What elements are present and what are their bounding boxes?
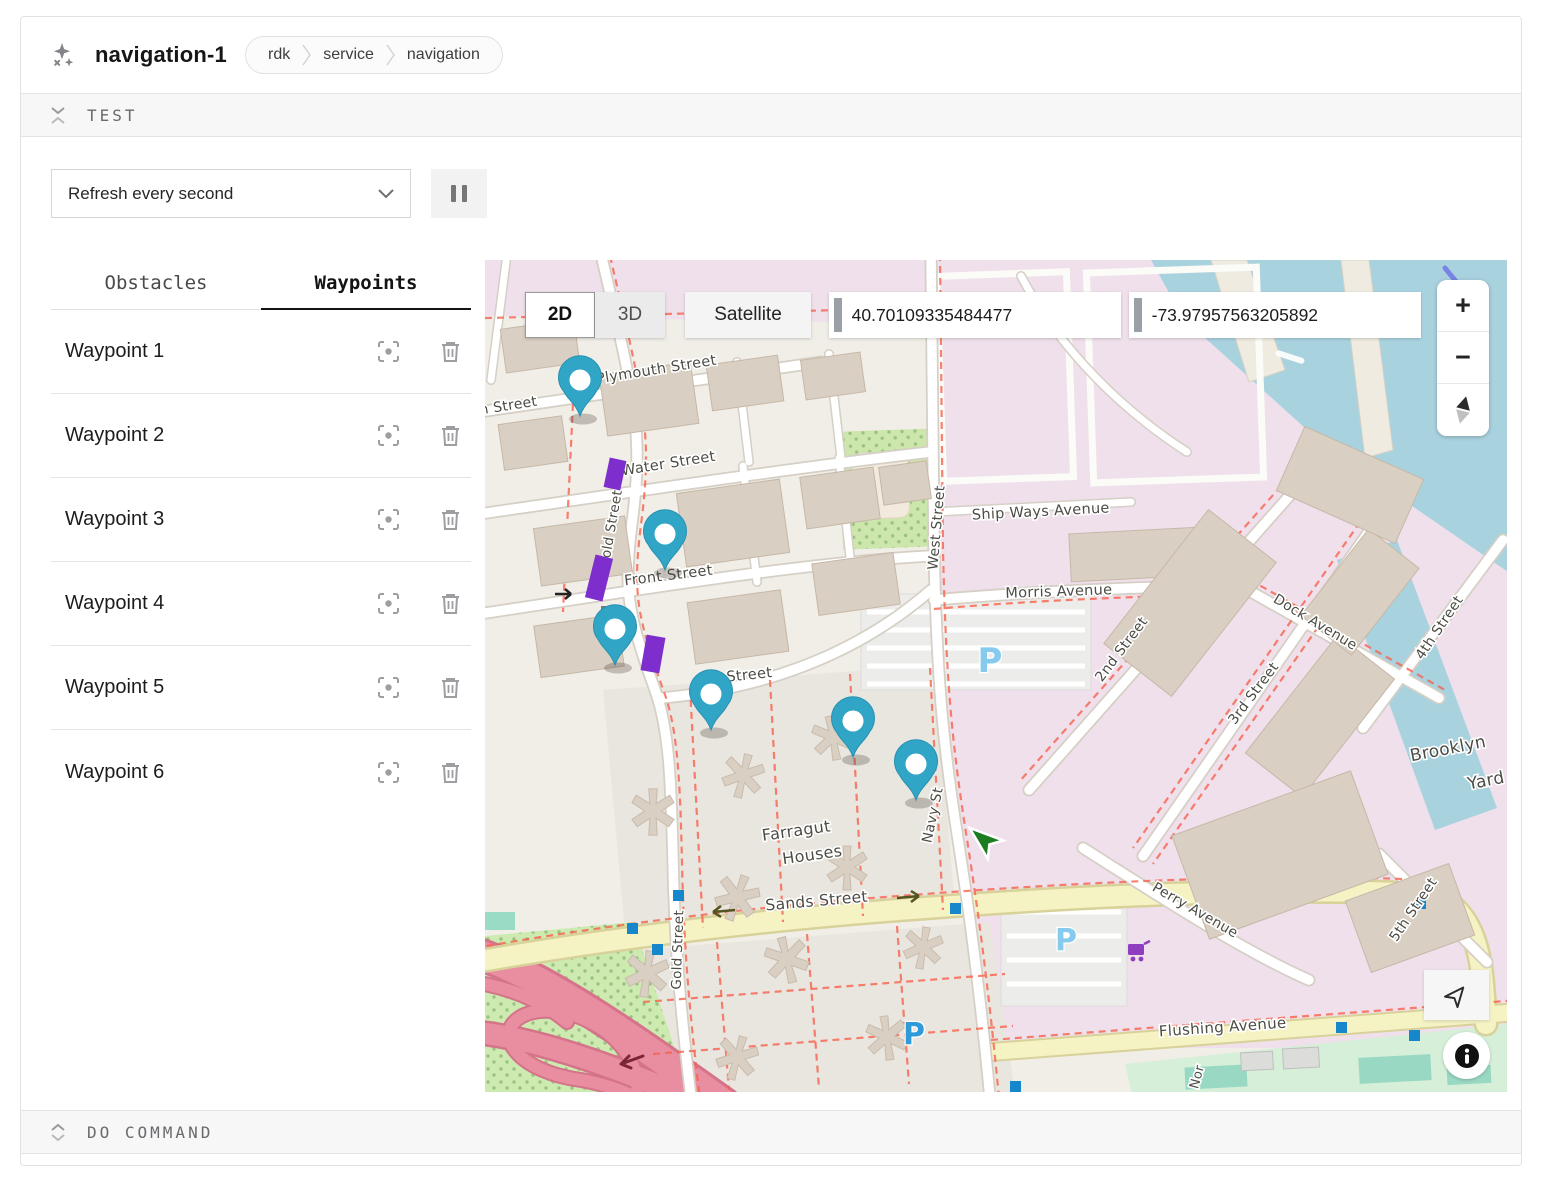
card-header: navigation-1 rdk service navigation	[21, 17, 1521, 93]
expand-icon	[51, 1124, 65, 1141]
map-3d-button[interactable]: 3D	[595, 292, 665, 338]
locate-button[interactable]	[1424, 970, 1489, 1020]
focus-waypoint-icon[interactable]	[371, 670, 406, 705]
pause-icon	[462, 185, 467, 202]
breadcrumb-item-service: service	[323, 46, 374, 64]
chevron-down-icon	[378, 189, 394, 199]
waypoint-list: Waypoint 1 Waypoint 2 Waypoint 3 Waypoin…	[51, 310, 471, 814]
waypoint-row: Waypoint 4	[51, 562, 471, 646]
focus-waypoint-icon[interactable]	[371, 334, 406, 369]
tab-waypoints[interactable]: Waypoints	[261, 260, 471, 310]
longitude-input[interactable]	[1142, 305, 1421, 326]
focus-waypoint-icon[interactable]	[371, 586, 406, 621]
parking-label: P	[978, 641, 1003, 681]
drag-handle[interactable]	[834, 298, 842, 332]
zoom-in-button[interactable]: +	[1437, 280, 1489, 332]
delete-waypoint-icon[interactable]	[434, 755, 467, 790]
page: navigation-1 rdk service navigation TEST…	[0, 0, 1542, 1180]
drag-handle[interactable]	[1134, 298, 1142, 332]
focus-waypoint-icon[interactable]	[371, 755, 406, 790]
test-section-header[interactable]: TEST	[21, 93, 1521, 137]
map-canvas[interactable]: Plymouth Streeth StreetWater StreetFront…	[485, 260, 1507, 1092]
navigation-card: navigation-1 rdk service navigation TEST…	[20, 16, 1522, 1166]
delete-waypoint-icon[interactable]	[434, 502, 467, 537]
focus-waypoint-icon[interactable]	[371, 418, 406, 453]
tab-obstacles[interactable]: Obstacles	[51, 260, 261, 309]
waypoint-row: Waypoint 1	[51, 310, 471, 394]
delete-waypoint-icon[interactable]	[434, 670, 467, 705]
waypoint-label: Waypoint 5	[65, 676, 371, 699]
latitude-field	[829, 292, 1121, 338]
waypoint-row: Waypoint 2	[51, 394, 471, 478]
satellite-button[interactable]: Satellite	[685, 292, 811, 338]
focus-waypoint-icon[interactable]	[371, 502, 406, 537]
navigation-arrow-icon	[1444, 982, 1470, 1008]
sidebar-tabs: Obstacles Waypoints	[51, 260, 471, 310]
waypoint-label: Waypoint 1	[65, 340, 371, 363]
map-zoom-control: + −	[1437, 280, 1489, 436]
do-command-label: DO COMMAND	[87, 1123, 213, 1142]
collapse-icon	[51, 107, 65, 124]
waypoint-row: Waypoint 5	[51, 646, 471, 730]
info-icon	[1453, 1042, 1481, 1070]
test-section-label: TEST	[87, 106, 138, 125]
latitude-input[interactable]	[842, 305, 1121, 326]
street-label: Gold Street	[669, 910, 688, 990]
delete-waypoint-icon[interactable]	[434, 334, 467, 369]
main-content: Obstacles Waypoints Waypoint 1 Waypoint …	[21, 260, 1521, 1092]
sparkles-icon	[49, 41, 77, 69]
map-info-button[interactable]	[1443, 1032, 1490, 1079]
breadcrumb-item-rdk: rdk	[268, 46, 290, 64]
parking-label: P	[1055, 923, 1077, 958]
parking-label: P	[903, 1017, 925, 1052]
map-2d-button[interactable]: 2D	[525, 292, 595, 338]
waypoints-sidebar: Obstacles Waypoints Waypoint 1 Waypoint …	[51, 260, 471, 1092]
chevron-right-icon	[302, 44, 311, 66]
pause-icon	[451, 185, 456, 202]
do-command-section-header[interactable]: DO COMMAND	[21, 1110, 1521, 1154]
compass-button[interactable]	[1437, 384, 1489, 436]
refresh-rate-value: Refresh every second	[68, 184, 233, 204]
waypoint-label: Waypoint 4	[65, 592, 371, 615]
pause-button[interactable]	[431, 169, 487, 218]
breadcrumb: rdk service navigation	[245, 36, 503, 74]
breadcrumb-item-navigation: navigation	[407, 46, 480, 64]
zoom-out-button[interactable]: −	[1437, 332, 1489, 384]
waypoint-label: Waypoint 2	[65, 424, 371, 447]
chevron-right-icon	[386, 44, 395, 66]
refresh-rate-select[interactable]: Refresh every second	[51, 169, 411, 218]
compass-icon	[1453, 395, 1473, 425]
waypoint-label: Waypoint 6	[65, 761, 371, 784]
page-title: navigation-1	[95, 42, 227, 68]
waypoint-label: Waypoint 3	[65, 508, 371, 531]
delete-waypoint-icon[interactable]	[434, 418, 467, 453]
waypoint-row: Waypoint 6	[51, 730, 471, 814]
waypoint-row: Waypoint 3	[51, 478, 471, 562]
longitude-field	[1129, 292, 1421, 338]
refresh-controls: Refresh every second	[21, 137, 1521, 260]
map-panel: Plymouth Streeth StreetWater StreetFront…	[485, 260, 1507, 1092]
delete-waypoint-icon[interactable]	[434, 586, 467, 621]
